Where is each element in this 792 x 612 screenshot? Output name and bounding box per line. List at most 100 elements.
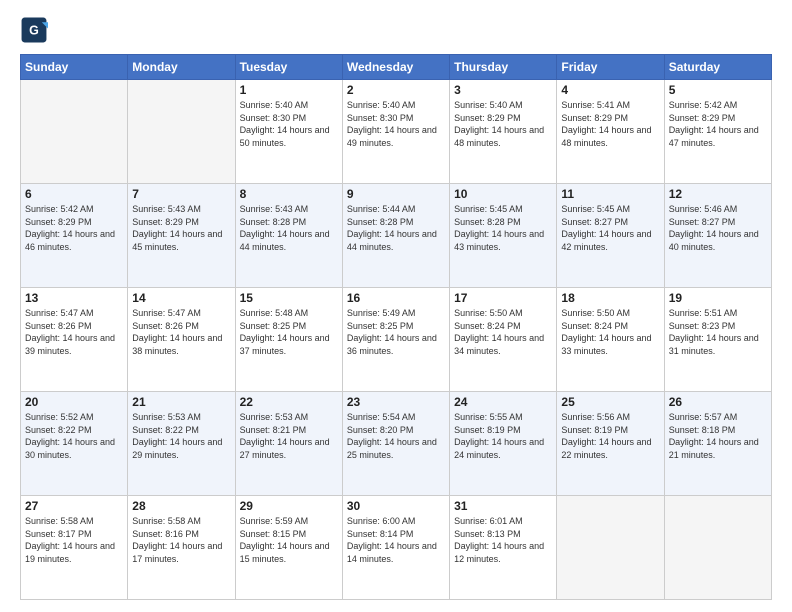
day-info: Sunrise: 5:50 AM Sunset: 8:24 PM Dayligh…: [561, 307, 659, 357]
day-info: Sunrise: 5:52 AM Sunset: 8:22 PM Dayligh…: [25, 411, 123, 461]
calendar-cell: 15 Sunrise: 5:48 AM Sunset: 8:25 PM Dayli…: [235, 288, 342, 392]
day-number: 17: [454, 291, 552, 305]
calendar-cell: 13 Sunrise: 5:47 AM Sunset: 8:26 PM Dayli…: [21, 288, 128, 392]
col-header-tuesday: Tuesday: [235, 55, 342, 80]
col-header-friday: Friday: [557, 55, 664, 80]
calendar-cell: 31 Sunrise: 6:01 AM Sunset: 8:13 PM Dayli…: [450, 496, 557, 600]
day-number: 22: [240, 395, 338, 409]
calendar-cell: 6 Sunrise: 5:42 AM Sunset: 8:29 PM Daylig…: [21, 184, 128, 288]
day-info: Sunrise: 5:40 AM Sunset: 8:29 PM Dayligh…: [454, 99, 552, 149]
day-info: Sunrise: 5:54 AM Sunset: 8:20 PM Dayligh…: [347, 411, 445, 461]
day-info: Sunrise: 5:40 AM Sunset: 8:30 PM Dayligh…: [347, 99, 445, 149]
day-info: Sunrise: 5:56 AM Sunset: 8:19 PM Dayligh…: [561, 411, 659, 461]
day-number: 29: [240, 499, 338, 513]
calendar-cell: 17Sunrise: 5:50 AM Sunset: 8:24 PM Dayli…: [450, 288, 557, 392]
calendar-cell: 11 Sunrise: 5:45 AM Sunset: 8:27 PM Dayli…: [557, 184, 664, 288]
calendar-cell: 29 Sunrise: 5:59 AM Sunset: 8:15 PM Dayli…: [235, 496, 342, 600]
day-info: Sunrise: 5:51 AM Sunset: 8:23 PM Dayligh…: [669, 307, 767, 357]
day-number: 28: [132, 499, 230, 513]
day-info: Sunrise: 5:49 AM Sunset: 8:25 PM Dayligh…: [347, 307, 445, 357]
col-header-monday: Monday: [128, 55, 235, 80]
day-info: Sunrise: 5:53 AM Sunset: 8:22 PM Dayligh…: [132, 411, 230, 461]
day-number: 16: [347, 291, 445, 305]
day-number: 13: [25, 291, 123, 305]
day-number: 18: [561, 291, 659, 305]
day-info: Sunrise: 5:41 AM Sunset: 8:29 PM Dayligh…: [561, 99, 659, 149]
calendar-cell: 3 Sunrise: 5:40 AM Sunset: 8:29 PM Daylig…: [450, 80, 557, 184]
day-info: Sunrise: 5:48 AM Sunset: 8:25 PM Dayligh…: [240, 307, 338, 357]
day-number: 11: [561, 187, 659, 201]
day-info: Sunrise: 5:45 AM Sunset: 8:27 PM Dayligh…: [561, 203, 659, 253]
day-info: Sunrise: 5:42 AM Sunset: 8:29 PM Dayligh…: [25, 203, 123, 253]
day-info: Sunrise: 6:01 AM Sunset: 8:13 PM Dayligh…: [454, 515, 552, 565]
day-number: 7: [132, 187, 230, 201]
calendar-cell: 22 Sunrise: 5:53 AM Sunset: 8:21 PM Dayli…: [235, 392, 342, 496]
day-number: 15: [240, 291, 338, 305]
calendar-cell: [557, 496, 664, 600]
header: G: [20, 16, 772, 44]
day-number: 8: [240, 187, 338, 201]
day-number: 31: [454, 499, 552, 513]
day-info: Sunrise: 5:43 AM Sunset: 8:29 PM Dayligh…: [132, 203, 230, 253]
calendar-cell: 18 Sunrise: 5:50 AM Sunset: 8:24 PM Dayli…: [557, 288, 664, 392]
calendar-cell: 2 Sunrise: 5:40 AM Sunset: 8:30 PM Daylig…: [342, 80, 449, 184]
calendar-cell: 9Sunrise: 5:44 AM Sunset: 8:28 PM Daylig…: [342, 184, 449, 288]
col-header-wednesday: Wednesday: [342, 55, 449, 80]
calendar-cell: [128, 80, 235, 184]
calendar-week-row: 27Sunrise: 5:58 AM Sunset: 8:17 PM Dayli…: [21, 496, 772, 600]
day-number: 14: [132, 291, 230, 305]
day-info: Sunrise: 5:47 AM Sunset: 8:26 PM Dayligh…: [25, 307, 123, 357]
calendar-cell: 14 Sunrise: 5:47 AM Sunset: 8:26 PM Dayli…: [128, 288, 235, 392]
day-number: 23: [347, 395, 445, 409]
calendar-week-row: 6 Sunrise: 5:42 AM Sunset: 8:29 PM Daylig…: [21, 184, 772, 288]
day-number: 6: [25, 187, 123, 201]
day-info: Sunrise: 5:45 AM Sunset: 8:28 PM Dayligh…: [454, 203, 552, 253]
calendar-cell: 12Sunrise: 5:46 AM Sunset: 8:27 PM Dayli…: [664, 184, 771, 288]
calendar-cell: 25Sunrise: 5:56 AM Sunset: 8:19 PM Dayli…: [557, 392, 664, 496]
day-info: Sunrise: 5:59 AM Sunset: 8:15 PM Dayligh…: [240, 515, 338, 565]
day-info: Sunrise: 5:53 AM Sunset: 8:21 PM Dayligh…: [240, 411, 338, 461]
calendar-cell: 27Sunrise: 5:58 AM Sunset: 8:17 PM Dayli…: [21, 496, 128, 600]
calendar-cell: [21, 80, 128, 184]
day-info: Sunrise: 5:58 AM Sunset: 8:16 PM Dayligh…: [132, 515, 230, 565]
day-info: Sunrise: 5:55 AM Sunset: 8:19 PM Dayligh…: [454, 411, 552, 461]
calendar-cell: [664, 496, 771, 600]
calendar-cell: 19 Sunrise: 5:51 AM Sunset: 8:23 PM Dayli…: [664, 288, 771, 392]
day-number: 19: [669, 291, 767, 305]
day-number: 26: [669, 395, 767, 409]
day-info: Sunrise: 5:58 AM Sunset: 8:17 PM Dayligh…: [25, 515, 123, 565]
logo-icon: G: [20, 16, 48, 44]
day-number: 20: [25, 395, 123, 409]
day-info: Sunrise: 6:00 AM Sunset: 8:14 PM Dayligh…: [347, 515, 445, 565]
day-number: 24: [454, 395, 552, 409]
calendar-header-row: SundayMondayTuesdayWednesdayThursdayFrid…: [21, 55, 772, 80]
col-header-saturday: Saturday: [664, 55, 771, 80]
calendar-cell: 8 Sunrise: 5:43 AM Sunset: 8:28 PM Daylig…: [235, 184, 342, 288]
day-number: 21: [132, 395, 230, 409]
day-info: Sunrise: 5:42 AM Sunset: 8:29 PM Dayligh…: [669, 99, 767, 149]
calendar-table: SundayMondayTuesdayWednesdayThursdayFrid…: [20, 54, 772, 600]
calendar-page: G SundayMondayTuesdayWednesdayThursdayFr…: [0, 0, 792, 612]
day-info: Sunrise: 5:43 AM Sunset: 8:28 PM Dayligh…: [240, 203, 338, 253]
day-info: Sunrise: 5:40 AM Sunset: 8:30 PM Dayligh…: [240, 99, 338, 149]
calendar-cell: 24 Sunrise: 5:55 AM Sunset: 8:19 PM Dayli…: [450, 392, 557, 496]
day-number: 3: [454, 83, 552, 97]
day-number: 9: [347, 187, 445, 201]
calendar-cell: 20 Sunrise: 5:52 AM Sunset: 8:22 PM Dayli…: [21, 392, 128, 496]
svg-text:G: G: [29, 24, 39, 38]
calendar-cell: 4Sunrise: 5:41 AM Sunset: 8:29 PM Daylig…: [557, 80, 664, 184]
calendar-cell: 16 Sunrise: 5:49 AM Sunset: 8:25 PM Dayli…: [342, 288, 449, 392]
calendar-cell: 1 Sunrise: 5:40 AM Sunset: 8:30 PM Daylig…: [235, 80, 342, 184]
day-info: Sunrise: 5:47 AM Sunset: 8:26 PM Dayligh…: [132, 307, 230, 357]
day-number: 10: [454, 187, 552, 201]
calendar-cell: 30 Sunrise: 6:00 AM Sunset: 8:14 PM Dayli…: [342, 496, 449, 600]
day-number: 1: [240, 83, 338, 97]
day-info: Sunrise: 5:46 AM Sunset: 8:27 PM Dayligh…: [669, 203, 767, 253]
calendar-cell: 7 Sunrise: 5:43 AM Sunset: 8:29 PM Daylig…: [128, 184, 235, 288]
calendar-week-row: 13 Sunrise: 5:47 AM Sunset: 8:26 PM Dayli…: [21, 288, 772, 392]
calendar-week-row: 20 Sunrise: 5:52 AM Sunset: 8:22 PM Dayli…: [21, 392, 772, 496]
day-number: 30: [347, 499, 445, 513]
day-info: Sunrise: 5:57 AM Sunset: 8:18 PM Dayligh…: [669, 411, 767, 461]
col-header-sunday: Sunday: [21, 55, 128, 80]
day-number: 2: [347, 83, 445, 97]
